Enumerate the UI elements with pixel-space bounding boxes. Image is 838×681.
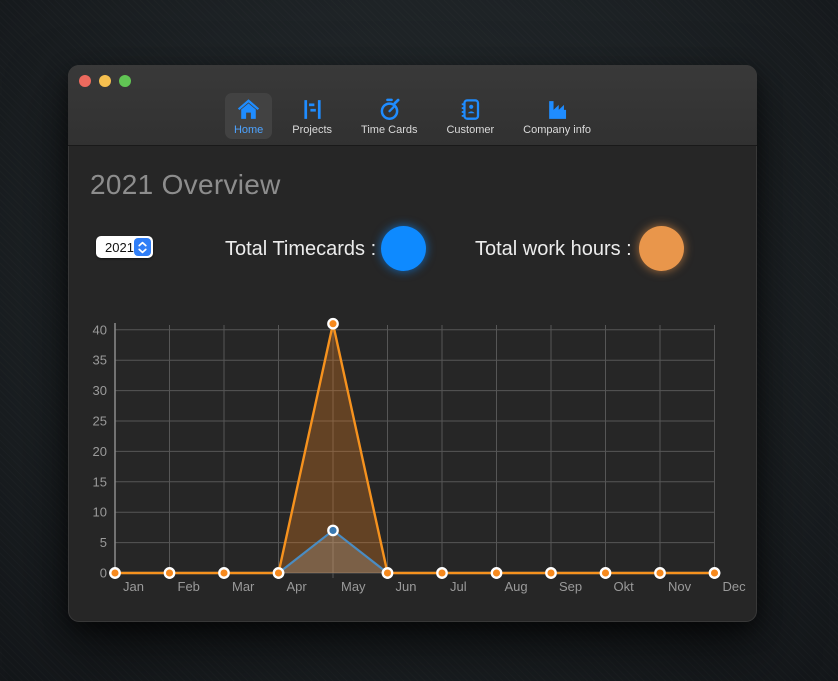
series-area-1: [115, 324, 715, 573]
x-axis-tick-label: Dec: [723, 579, 747, 594]
zoom-button[interactable]: [119, 75, 131, 87]
toolbar-item-timecards[interactable]: Time Cards: [352, 93, 426, 139]
series-area-0: [115, 530, 715, 573]
year-select-value: 2021: [96, 240, 134, 255]
home-icon: [236, 97, 261, 122]
x-axis-tick-label: Jun: [396, 579, 417, 594]
x-axis-tick-label: Jan: [123, 579, 144, 594]
toolbar-item-label: Projects: [292, 124, 332, 136]
window-controls: [79, 75, 131, 87]
x-axis-tick-label: Apr: [287, 579, 308, 594]
y-axis-tick-label: 30: [93, 383, 107, 398]
toolbar-item-label: Company info: [523, 124, 591, 136]
timecards-legend-swatch: [381, 226, 426, 271]
y-axis-tick-label: 40: [93, 322, 107, 337]
data-point-marker[interactable]: [274, 568, 283, 577]
x-axis-tick-label: Okt: [614, 579, 635, 594]
data-point-marker[interactable]: [437, 568, 446, 577]
data-point-marker[interactable]: [655, 568, 664, 577]
data-point-marker[interactable]: [546, 568, 555, 577]
app-window: Home Projects: [68, 65, 757, 622]
toolbar-item-projects[interactable]: Projects: [283, 93, 341, 139]
x-axis-tick-label: Mar: [232, 579, 255, 594]
data-point-marker[interactable]: [165, 568, 174, 577]
chart-container: 0 5 10 15 20 25 30 35 40 Jan Feb Mar Apr May Jun Jul Aug…: [88, 315, 757, 615]
workhours-legend-label: Total work hours :: [475, 238, 632, 261]
chevron-up-down-icon: [134, 238, 151, 256]
workhours-legend-swatch: [639, 226, 684, 271]
y-axis-tick-label: 15: [93, 474, 107, 489]
titlebar: Home Projects: [68, 65, 757, 146]
x-axis-tick-label: May: [341, 579, 366, 594]
timecards-legend-label: Total Timecards :: [225, 238, 376, 261]
toolbar-item-label: Customer: [446, 124, 494, 136]
desktop: { "window": { "toolbar": { "items": [ {"…: [0, 0, 838, 681]
factory-icon: [545, 97, 570, 122]
x-axis-tick-label: Sep: [559, 579, 582, 594]
minimize-button[interactable]: [99, 75, 111, 87]
close-button[interactable]: [79, 75, 91, 87]
data-point-marker[interactable]: [383, 568, 392, 577]
projects-icon: [300, 97, 325, 122]
y-axis-tick-label: 25: [93, 414, 107, 429]
toolbar-item-companyinfo[interactable]: Company info: [514, 93, 600, 139]
x-axis-tick-label: Jul: [450, 579, 467, 594]
data-point-marker[interactable]: [601, 568, 610, 577]
y-axis-tick-label: 10: [93, 505, 107, 520]
stopwatch-icon: [377, 97, 402, 122]
y-axis-tick-label: 5: [100, 535, 107, 550]
y-axis-tick-label: 35: [93, 353, 107, 368]
series-line-0: [115, 530, 715, 573]
page-title: 2021 Overview: [90, 169, 281, 201]
toolbar-item-label: Time Cards: [361, 124, 417, 136]
x-axis-tick-label: Nov: [668, 579, 692, 594]
data-point-marker[interactable]: [710, 568, 719, 577]
overview-chart: 0 5 10 15 20 25 30 35 40 Jan Feb Mar Apr May Jun Jul Aug…: [88, 315, 757, 615]
x-axis-tick-label: Aug: [505, 579, 528, 594]
data-point-marker[interactable]: [492, 568, 501, 577]
toolbar-item-home[interactable]: Home: [225, 93, 272, 139]
toolbar-item-label: Home: [234, 124, 263, 136]
data-point-marker[interactable]: [110, 568, 119, 577]
y-axis-tick-label: 20: [93, 444, 107, 459]
address-book-icon: [458, 97, 483, 122]
toolbar: Home Projects: [68, 93, 757, 139]
data-point-marker[interactable]: [219, 568, 228, 577]
series-line-1: [115, 324, 715, 573]
data-point-marker[interactable]: [328, 526, 337, 535]
year-select[interactable]: 2021: [96, 236, 153, 258]
x-axis-tick-label: Feb: [178, 579, 200, 594]
data-point-marker[interactable]: [328, 319, 337, 328]
y-axis-tick-label: 0: [100, 566, 107, 581]
toolbar-item-customer[interactable]: Customer: [437, 93, 503, 139]
